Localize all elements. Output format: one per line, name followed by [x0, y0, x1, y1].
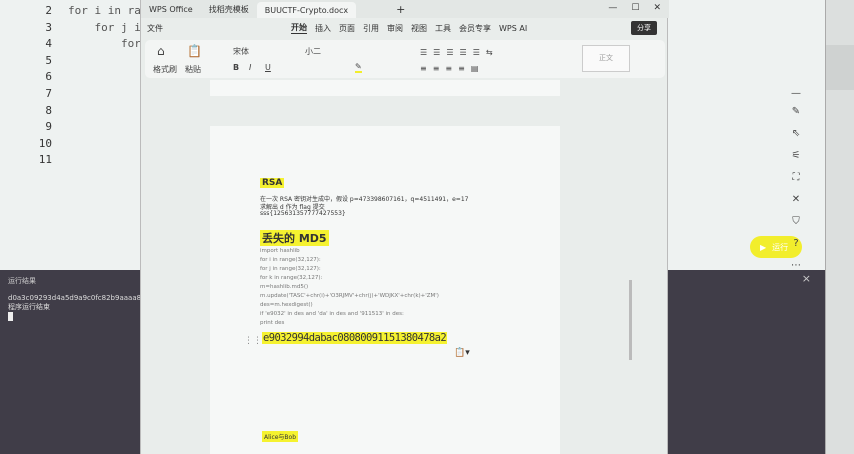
drag-handle-icon[interactable]: ⋮⋮: [244, 336, 262, 346]
page-previous: [210, 80, 560, 96]
tab-label: 找稻壳模板: [208, 4, 249, 14]
line-number: 10: [38, 136, 52, 150]
menu-item-5[interactable]: 审阅: [387, 23, 403, 34]
tab-1[interactable]: 找稻壳模板: [201, 1, 257, 17]
paste-options-icon[interactable]: 📋▾: [454, 348, 470, 358]
terminal-cursor: [8, 312, 13, 321]
menu-item-6[interactable]: 视图: [411, 23, 427, 34]
menu-item-2[interactable]: 插入: [315, 23, 331, 34]
right-panel-item[interactable]: [826, 45, 854, 90]
paragraph-tools[interactable]: ☰☰☰☰☰⇆: [420, 48, 499, 57]
heading-rsa: RSA: [260, 178, 285, 188]
line-number: 8: [45, 103, 52, 117]
heading-alice-bob: Alice与Bob: [262, 431, 299, 442]
play-icon: ▶: [760, 242, 767, 252]
code-text: for i in range(32,127):: [260, 257, 321, 263]
select-icon[interactable]: ⇖: [789, 128, 803, 139]
paste-icon[interactable]: 📋: [187, 44, 202, 58]
terminal-title: 运行结果: [8, 277, 36, 285]
more-icon[interactable]: ⋯: [789, 260, 803, 271]
format-painter-button[interactable]: 格式刷: [153, 64, 177, 75]
help-icon[interactable]: ?: [789, 238, 803, 249]
close-icon[interactable]: ✕: [653, 3, 661, 13]
font-select[interactable]: 宋体: [233, 46, 249, 57]
code-text: m.update('TASC'+chr(i)+'O3RJMV'+chr(j)+'…: [260, 293, 439, 299]
line-number: 5: [45, 53, 52, 67]
pen-icon[interactable]: ✎: [789, 106, 803, 117]
menu-item-1[interactable]: 开始: [291, 22, 307, 34]
format-painter-icon[interactable]: ⌂: [157, 44, 165, 58]
menu-item-4[interactable]: 引用: [363, 23, 379, 34]
underline-button[interactable]: U: [265, 63, 271, 72]
code-text: des=m.hexdigest(): [260, 302, 313, 308]
document-page[interactable]: RSA 在一次 RSA 密钥对生成中，假设 p=473398607161，q=4…: [210, 126, 560, 454]
style-normal[interactable]: 正文: [582, 45, 630, 72]
line-number: 9: [45, 120, 52, 134]
code-text: import hashlib: [260, 248, 300, 254]
menu-item-8[interactable]: 会员专享: [459, 23, 491, 34]
code-editor[interactable]: 2 for i in ra 3 for j i 4 for 5 6 7 8 9 10 11: [0, 0, 141, 270]
terminal-close-button[interactable]: ×: [802, 272, 811, 285]
code-line[interactable]: for j i: [68, 21, 140, 34]
terminal-status: 程序运行结束: [8, 303, 50, 311]
maximize-icon[interactable]: ☐: [631, 3, 639, 13]
menu-bar: 文件 开始 插入 页面 引用 审阅 视图 工具 会员专享 WPS AI: [141, 18, 669, 38]
code-text: m=hashlib.md5(): [260, 284, 309, 290]
right-panel: [825, 0, 854, 454]
code-text: if 'e9032' in des and 'da' in des and '9…: [260, 311, 404, 317]
scrollbar[interactable]: [629, 280, 632, 360]
terminal-panel: 运行结果 d0a3c09293d4a5d9a9c0fc82b9aaaa89a0e…: [0, 270, 140, 454]
collapse-icon[interactable]: —: [789, 88, 803, 99]
terminal-output: d0a3c09293d4a5d9a9c0fc82b9aaaa89a0e0ff: [8, 294, 140, 302]
code-text: for j in range(32,127):: [260, 266, 321, 272]
align-tools[interactable]: ≡≡≡≡▤: [420, 64, 484, 73]
italic-button[interactable]: I: [249, 63, 251, 72]
menu-item-0[interactable]: 文件: [147, 23, 163, 34]
menu-item-3[interactable]: 页面: [339, 23, 355, 34]
window-controls: — ☐ ✕: [608, 3, 661, 13]
code-line[interactable]: for i in ra: [68, 4, 141, 17]
rsa-text: sss{125631357777427553}: [260, 210, 346, 217]
minimize-icon[interactable]: —: [608, 3, 617, 13]
paste-button[interactable]: 粘贴: [185, 64, 201, 75]
wps-window: WPS Office 找稻壳模板 BUUCTF-Crypto.docx + — ☐ ✕ 文…: [140, 0, 801, 454]
menu-item-7[interactable]: 工具: [435, 23, 451, 34]
md5-hash[interactable]: e9032994dabac08080091151380478a2: [262, 332, 448, 344]
new-tab-button[interactable]: +: [396, 3, 405, 16]
adjust-icon[interactable]: ⚟: [789, 150, 803, 161]
tools-icon[interactable]: ✕: [789, 194, 803, 205]
heading-md5: 丢失的 MD5: [260, 230, 329, 246]
title-bar: WPS Office 找稻壳模板 BUUCTF-Crypto.docx +: [141, 0, 669, 18]
tab-2[interactable]: BUUCTF-Crypto.docx: [256, 2, 357, 18]
terminal-panel-right: ×: [668, 270, 825, 454]
tab-label: BUUCTF-Crypto.docx: [264, 5, 349, 15]
line-number: 7: [45, 87, 52, 100]
code-text: for k in range(32,127):: [260, 275, 323, 281]
line-number: 2: [45, 4, 52, 17]
code-line[interactable]: for: [68, 37, 141, 50]
line-number: 6: [45, 70, 52, 84]
tab-0[interactable]: WPS Office: [141, 1, 201, 17]
line-number: 3: [45, 20, 52, 34]
line-number: 11: [38, 153, 52, 167]
translate-icon[interactable]: ⛶: [789, 172, 803, 183]
share-button[interactable]: 分享: [631, 21, 657, 35]
font-size-select[interactable]: 小二: [305, 46, 321, 57]
tab-label: WPS Office: [149, 4, 193, 14]
line-number: 4: [45, 37, 52, 51]
code-text: print des: [260, 320, 285, 326]
bold-button[interactable]: B: [233, 63, 239, 72]
shirt-icon[interactable]: ⛉: [789, 216, 803, 227]
menu-item-9[interactable]: WPS AI: [499, 24, 527, 33]
highlight-button[interactable]: ✎: [355, 62, 362, 73]
ribbon-toolbar: ⌂ 格式刷 📋 粘贴 宋体 小二 B I U ✎ ☰☰☰☰☰⇆ ≡≡≡≡▤ 正文: [145, 40, 665, 78]
